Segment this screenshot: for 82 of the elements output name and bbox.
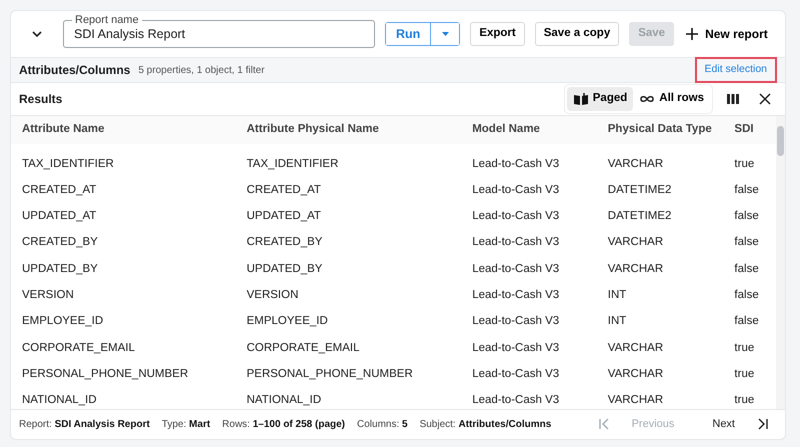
table-cell-text: UPDATED_BY <box>246 262 324 277</box>
table-cell-text: Lead-to-Cash V3 <box>472 393 560 408</box>
table-cell-text: INT <box>608 314 628 330</box>
section-title: Attributes/Columns <box>19 62 130 79</box>
infinity-icon <box>639 93 656 105</box>
table-cell-text: Lead-to-Cash V3 <box>472 182 560 198</box>
table-cell-text: false <box>734 235 760 250</box>
table-cell-text: PERSONAL_PHONE_NUMBER <box>246 366 414 382</box>
table-cell-text: EMPLOYEE_ID <box>22 314 104 330</box>
column-header[interactable]: Attribute Name <box>22 121 247 139</box>
table-cell-text: TAX_IDENTIFIER <box>246 156 340 172</box>
table-cell-text: UPDATED_AT <box>22 209 98 224</box>
close-icon <box>759 93 771 105</box>
column-header[interactable]: Physical Data Type <box>608 121 734 139</box>
table-cell-text: true <box>734 340 756 356</box>
selection-summary: 5 properties, 1 object, 1 filter <box>138 64 265 78</box>
table-cell-text: VERSION <box>246 288 300 303</box>
columns-icon <box>727 93 739 105</box>
table-cell-text: VARCHAR <box>608 156 664 172</box>
table-cell-text: Lead-to-Cash V3 <box>472 314 560 330</box>
results-title: Results <box>19 91 62 108</box>
column-header[interactable]: Attribute Physical Name <box>246 121 472 139</box>
table-cell-text: PERSONAL_PHONE_NUMBER <box>22 366 190 382</box>
column-header[interactable]: SDI <box>734 121 774 139</box>
table-cell-text: false <box>734 182 760 198</box>
status-item: Rows: 1–100 of 258 (page) <box>222 418 345 432</box>
table-cell-text: NATIONAL_ID <box>246 393 322 408</box>
table-cell-text: Lead-to-Cash V3 <box>472 235 560 250</box>
table-cell-text: VARCHAR <box>608 340 664 356</box>
new-report-button[interactable]: New report <box>684 25 770 43</box>
export-button[interactable]: Export <box>470 22 525 46</box>
table-cell-text: UPDATED_AT <box>246 209 322 224</box>
field-label: Report name <box>72 13 142 27</box>
view-mode-tab[interactable]: Paged <box>566 87 634 111</box>
table-cell-text: DATETIME2 <box>608 182 672 198</box>
run-options-button[interactable] <box>430 23 460 45</box>
table-cell-text: INT <box>608 288 628 303</box>
table-cell-text: CORPORATE_EMAIL <box>246 340 361 356</box>
table-cell-text: CREATED_BY <box>246 235 324 250</box>
table-cell-text: true <box>734 156 756 172</box>
status-item: Type: Mart <box>162 418 210 432</box>
table-cell-text: true <box>734 393 756 408</box>
table-cell-text: CREATED_AT <box>246 182 322 198</box>
status-item: Subject: Attributes/Columns <box>420 418 552 432</box>
table-cell-text: false <box>734 314 760 330</box>
edit-selection-link[interactable]: Edit selection <box>694 57 777 83</box>
column-header[interactable]: Model Name <box>472 121 608 139</box>
table-cell-text: TAX_IDENTIFIER <box>22 156 115 172</box>
table-cell-text: true <box>734 366 756 382</box>
table-cell-text: VERSION <box>22 288 75 303</box>
table-cell-text: VARCHAR <box>608 235 664 250</box>
view-mode-tab[interactable]: All rows <box>633 87 710 111</box>
status-item: Report: SDI Analysis Report <box>19 418 150 432</box>
table-cell-text: Lead-to-Cash V3 <box>472 366 560 382</box>
table-cell-text: false <box>734 262 760 277</box>
table-cell-text: CORPORATE_EMAIL <box>22 340 136 356</box>
table-cell-text: Lead-to-Cash V3 <box>472 262 560 277</box>
book-icon <box>572 92 589 106</box>
scrollbar-thumb[interactable] <box>777 126 784 156</box>
table-cell-text: DATETIME2 <box>608 209 672 224</box>
table-cell-text: UPDATED_BY <box>22 262 99 277</box>
table-cell-text: NATIONAL_ID <box>22 393 98 408</box>
save-copy-button[interactable]: Save a copy <box>534 22 620 46</box>
status-item: Columns: 5 <box>357 418 408 432</box>
next-button[interactable]: Next <box>704 414 743 435</box>
table-cell-text: Lead-to-Cash V3 <box>472 288 560 303</box>
table-cell-text: false <box>734 209 760 224</box>
chevron-down-icon <box>31 29 43 39</box>
table-cell-text: EMPLOYEE_ID <box>246 314 329 330</box>
table-cell-text: false <box>734 288 760 303</box>
plus-icon <box>686 28 698 40</box>
table-cell-text: Lead-to-Cash V3 <box>472 340 560 356</box>
table-cell-text: VARCHAR <box>608 366 664 382</box>
caret-icon <box>441 31 450 38</box>
table-cell-text: CREATED_AT <box>22 182 98 198</box>
first-page-icon <box>598 418 610 430</box>
table-cell-text: Lead-to-Cash V3 <box>472 209 560 224</box>
table-cell-text: VARCHAR <box>608 393 664 408</box>
table-cell-text: Lead-to-Cash V3 <box>472 156 560 172</box>
last-page-icon <box>757 418 769 430</box>
table-cell-text: VARCHAR <box>608 262 664 277</box>
table-cell-text: CREATED_BY <box>22 235 99 250</box>
